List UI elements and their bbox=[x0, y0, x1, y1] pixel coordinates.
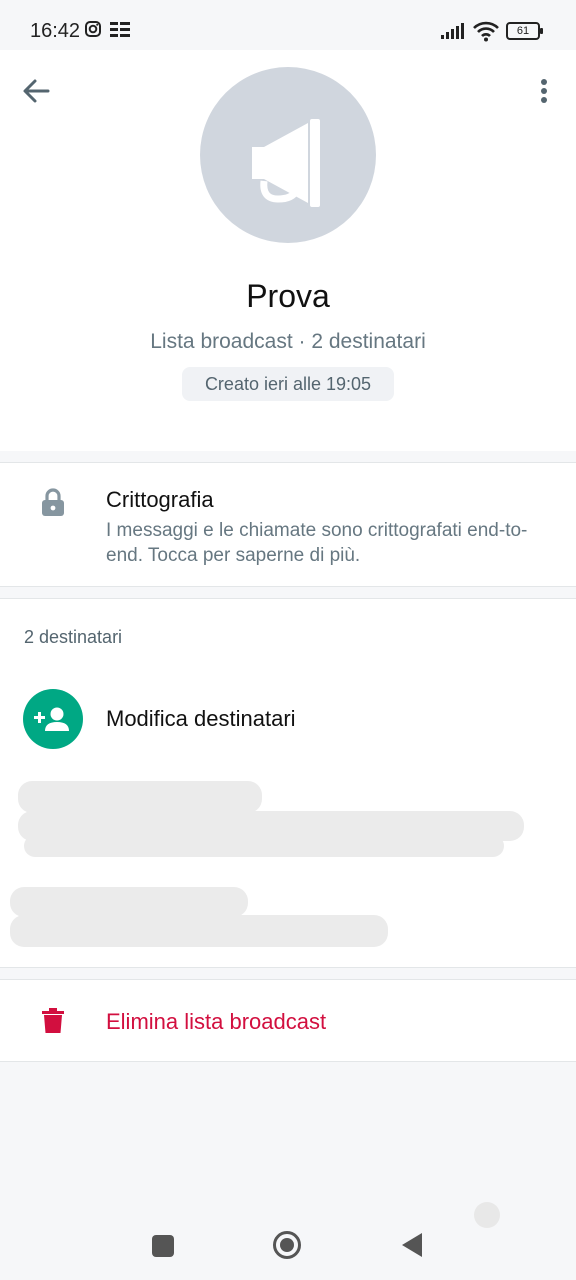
delete-broadcast-label: Elimina lista broadcast bbox=[106, 1009, 327, 1034]
signal-icon bbox=[441, 23, 464, 39]
edit-recipients-label: Modifica destinatari bbox=[106, 706, 296, 731]
instagram-icon bbox=[85, 21, 101, 37]
encryption-row[interactable]: Crittografia I messaggi e le chiamate so… bbox=[0, 462, 576, 587]
recents-square-icon[interactable] bbox=[152, 1235, 174, 1257]
trash-icon bbox=[42, 1008, 64, 1033]
lock-icon bbox=[42, 488, 64, 516]
home-circle-icon[interactable] bbox=[272, 1230, 302, 1260]
redaction-mark bbox=[10, 915, 388, 947]
back-arrow-icon[interactable] bbox=[18, 76, 54, 106]
megaphone-icon bbox=[252, 119, 320, 207]
status-time: 16:42 bbox=[30, 20, 81, 42]
recipients-count: 2 destinatari bbox=[24, 627, 123, 647]
battery-icon: 61 bbox=[506, 22, 543, 40]
page-title: Prova bbox=[246, 278, 330, 314]
edit-recipients-avatar bbox=[23, 689, 83, 749]
notification-list-icon bbox=[110, 22, 130, 37]
broadcast-subtitle: Lista broadcast · 2 destinatari bbox=[150, 330, 426, 353]
status-bar: 16:42 61 bbox=[0, 0, 576, 50]
edit-recipients-button[interactable]: Modifica destinatari bbox=[0, 679, 576, 759]
created-badge: Creato ieri alle 19:05 bbox=[182, 367, 394, 401]
delete-broadcast-button[interactable]: Elimina lista broadcast bbox=[0, 979, 576, 1062]
system-nav-bar bbox=[0, 1200, 576, 1280]
back-triangle-icon[interactable] bbox=[400, 1232, 424, 1258]
recipients-section: 2 destinatari Modifica destinatari bbox=[0, 598, 576, 968]
broadcast-header: Prova Lista broadcast · 2 destinatari Cr… bbox=[0, 50, 576, 451]
redaction-mark bbox=[18, 781, 262, 813]
redaction-mark bbox=[24, 835, 504, 857]
redaction-mark bbox=[10, 887, 248, 917]
more-options-icon[interactable] bbox=[532, 76, 556, 106]
assistant-dot-icon[interactable] bbox=[474, 1202, 500, 1228]
encryption-description: I messaggi e le chiamate sono crittograf… bbox=[106, 520, 528, 566]
encryption-title: Crittografia bbox=[106, 487, 214, 512]
broadcast-avatar[interactable] bbox=[200, 67, 376, 243]
wifi-icon bbox=[473, 21, 499, 42]
person-add-icon bbox=[34, 707, 69, 731]
